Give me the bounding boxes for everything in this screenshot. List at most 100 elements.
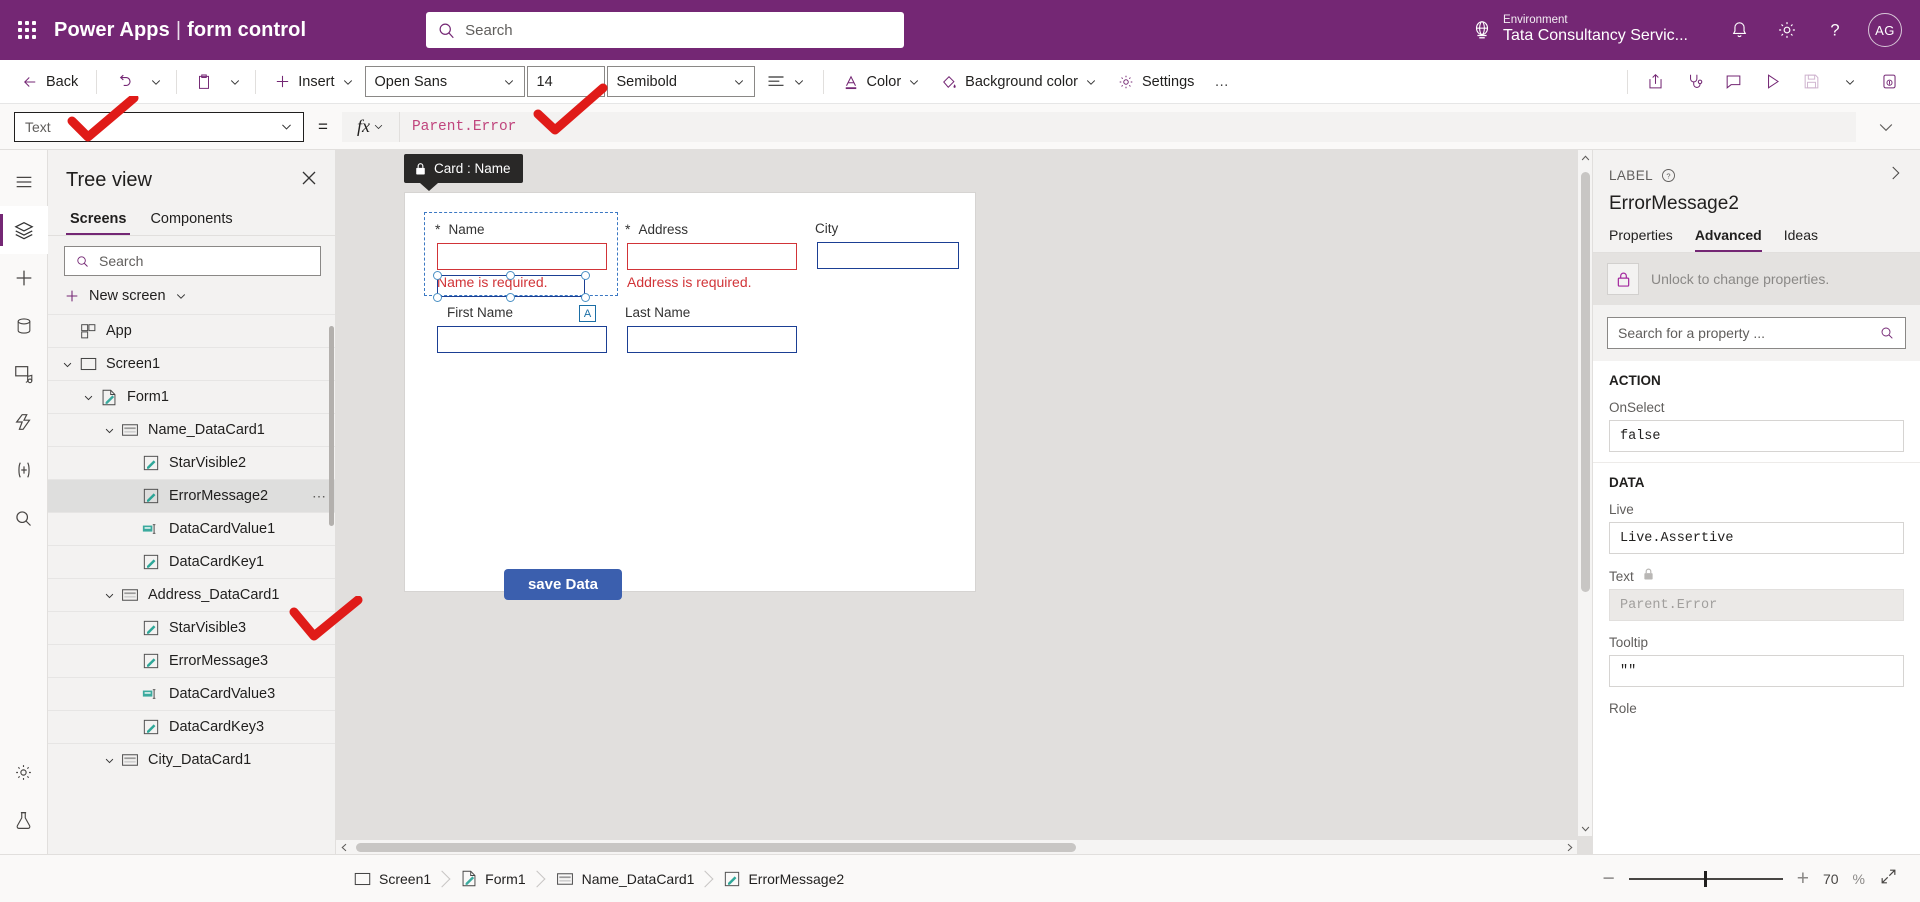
tab-screens[interactable]: Screens	[66, 205, 130, 235]
tab-components[interactable]: Components	[146, 205, 236, 235]
tree-scrollbar[interactable]	[329, 320, 335, 854]
tree-node-screen1[interactable]: Screen1	[48, 347, 335, 380]
zoom-slider-knob[interactable]	[1704, 871, 1707, 887]
datacard-first-name-input[interactable]	[437, 326, 607, 353]
scroll-right-arrow-icon[interactable]	[1561, 840, 1577, 854]
tree-node-starvisible2[interactable]: StarVisible2	[48, 446, 335, 479]
tree-scroll-thumb[interactable]	[329, 326, 334, 526]
app-screen-canvas[interactable]: * Name Name is required. A	[404, 192, 976, 592]
datacard-first-name[interactable]: First Name	[425, 297, 617, 369]
save-dropdown-chevron-down-icon[interactable]	[1831, 66, 1869, 98]
selection-handle[interactable]	[433, 271, 442, 280]
publish-icon[interactable]	[1870, 66, 1908, 98]
tree-node-city-datacard1[interactable]: City_DataCard1	[48, 743, 335, 776]
datacard-last-name[interactable]: Last Name	[615, 297, 807, 369]
tree-node-overflow-menu[interactable]: ⋯	[312, 488, 327, 505]
breadcrumb-item-screen1[interactable]: Screen1	[340, 864, 447, 894]
tab-ideas[interactable]: Ideas	[1784, 227, 1818, 252]
tree-node-address-datacard1[interactable]: Address_DataCard1	[48, 578, 335, 611]
fit-screen-icon[interactable]	[1879, 867, 1898, 891]
canvas-vertical-scroll-thumb[interactable]	[1581, 172, 1590, 592]
search-icon[interactable]	[0, 494, 48, 542]
preview-play-icon[interactable]	[1753, 66, 1791, 98]
datacard-address[interactable]: * Address Address is required.	[615, 213, 807, 295]
text-align-button[interactable]	[757, 66, 814, 98]
user-avatar[interactable]: AG	[1868, 13, 1902, 47]
formula-input[interactable]: Parent.Error	[400, 112, 1856, 142]
power-automate-icon[interactable]	[0, 398, 48, 446]
property-field-value[interactable]: ""	[1609, 655, 1904, 687]
tree-node-datacardkey1[interactable]: DataCardKey1	[48, 545, 335, 578]
tab-advanced[interactable]: Advanced	[1695, 227, 1762, 252]
help-icon[interactable]: ?	[1812, 7, 1858, 53]
global-search-input[interactable]: Search	[426, 12, 904, 48]
experimental-icon[interactable]	[0, 796, 48, 844]
background-color-button[interactable]: Background color	[931, 66, 1106, 98]
close-icon[interactable]	[297, 166, 321, 195]
settings-button[interactable]: Settings	[1108, 66, 1203, 98]
formula-collapse-chevron-down-icon[interactable]	[1866, 117, 1906, 137]
environment-switcher[interactable]: Environment Tata Consultancy Servic...	[1471, 14, 1688, 46]
zoom-in-button[interactable]: +	[1797, 868, 1809, 889]
properties-expand-chevron-right-icon[interactable]	[1886, 164, 1904, 187]
share-icon[interactable]	[1636, 66, 1674, 98]
datacard-name-input[interactable]	[437, 243, 607, 270]
tree-node-datacardkey3[interactable]: DataCardKey3	[48, 710, 335, 743]
notifications-bell-icon[interactable]	[1716, 7, 1762, 53]
datacard-address-input[interactable]	[627, 243, 797, 270]
chevron-down-icon[interactable]	[100, 590, 118, 601]
tree-node-errormessage2[interactable]: ErrorMessage2⋯	[48, 479, 335, 512]
tree-node-errormessage3[interactable]: ErrorMessage3	[48, 644, 335, 677]
app-checker-icon[interactable]	[1675, 66, 1713, 98]
settings-gear-icon[interactable]	[0, 748, 48, 796]
tree-node-form1[interactable]: Form1	[48, 380, 335, 413]
lock-toggle-button[interactable]	[1607, 263, 1639, 295]
save-icon[interactable]	[1792, 66, 1830, 98]
tree-node-datacardvalue3[interactable]: DataCardValue3	[48, 677, 335, 710]
breadcrumb-item-form1[interactable]: Form1	[447, 864, 541, 894]
tree-node-app[interactable]: App	[48, 314, 335, 347]
chevron-down-icon[interactable]	[100, 755, 118, 766]
font-family-select[interactable]: Open Sans	[365, 66, 525, 97]
variables-icon[interactable]	[0, 446, 48, 494]
property-field-value[interactable]: false	[1609, 420, 1904, 452]
canvas-horizontal-scrollbar[interactable]	[336, 839, 1577, 854]
undo-dropdown[interactable]	[145, 66, 167, 98]
datacard-city[interactable]: City	[805, 213, 973, 295]
app-launcher-waffle-icon[interactable]	[0, 21, 54, 39]
breadcrumb-item-name-datacard1[interactable]: Name_DataCard1	[542, 864, 711, 894]
breadcrumb-item-errormessage2[interactable]: ErrorMessage2	[710, 864, 860, 894]
tree-node-datacardvalue1[interactable]: DataCardValue1	[48, 512, 335, 545]
paste-dropdown[interactable]	[224, 66, 246, 98]
help-circle-icon[interactable]: ?	[1661, 168, 1676, 183]
scroll-up-arrow-icon[interactable]	[1578, 150, 1592, 166]
datacard-last-name-input[interactable]	[627, 326, 797, 353]
chevron-down-icon[interactable]	[100, 425, 118, 436]
paste-button[interactable]	[186, 66, 222, 98]
selection-handle[interactable]	[506, 271, 515, 280]
selection-handle[interactable]	[581, 271, 590, 280]
back-button[interactable]: Back	[12, 66, 87, 98]
undo-button[interactable]	[106, 66, 143, 98]
canvas-horizontal-scroll-thumb[interactable]	[356, 843, 1076, 852]
tree-view-icon[interactable]	[0, 206, 48, 254]
scroll-down-arrow-icon[interactable]	[1578, 820, 1592, 836]
chevron-down-icon[interactable]	[58, 359, 76, 370]
media-icon[interactable]	[0, 350, 48, 398]
save-data-button[interactable]: save Data	[504, 569, 622, 600]
settings-gear-icon[interactable]	[1764, 7, 1810, 53]
canvas-vertical-scrollbar[interactable]	[1577, 150, 1592, 836]
tab-properties[interactable]: Properties	[1609, 227, 1673, 252]
fx-button[interactable]: fx	[342, 112, 400, 142]
data-icon[interactable]	[0, 302, 48, 350]
new-screen-button[interactable]: New screen	[48, 284, 335, 314]
font-size-select[interactable]: 14	[527, 66, 605, 97]
hamburger-menu-icon[interactable]	[0, 158, 48, 206]
insert-button[interactable]: Insert	[265, 66, 362, 98]
font-weight-select[interactable]: Semibold	[607, 66, 755, 97]
color-button[interactable]: Color	[833, 66, 930, 98]
property-search-input[interactable]: Search for a property ...	[1607, 317, 1906, 349]
tree-search-input[interactable]: Search	[64, 246, 321, 276]
scroll-left-arrow-icon[interactable]	[336, 840, 352, 854]
property-selector-dropdown[interactable]: Text	[14, 112, 304, 142]
